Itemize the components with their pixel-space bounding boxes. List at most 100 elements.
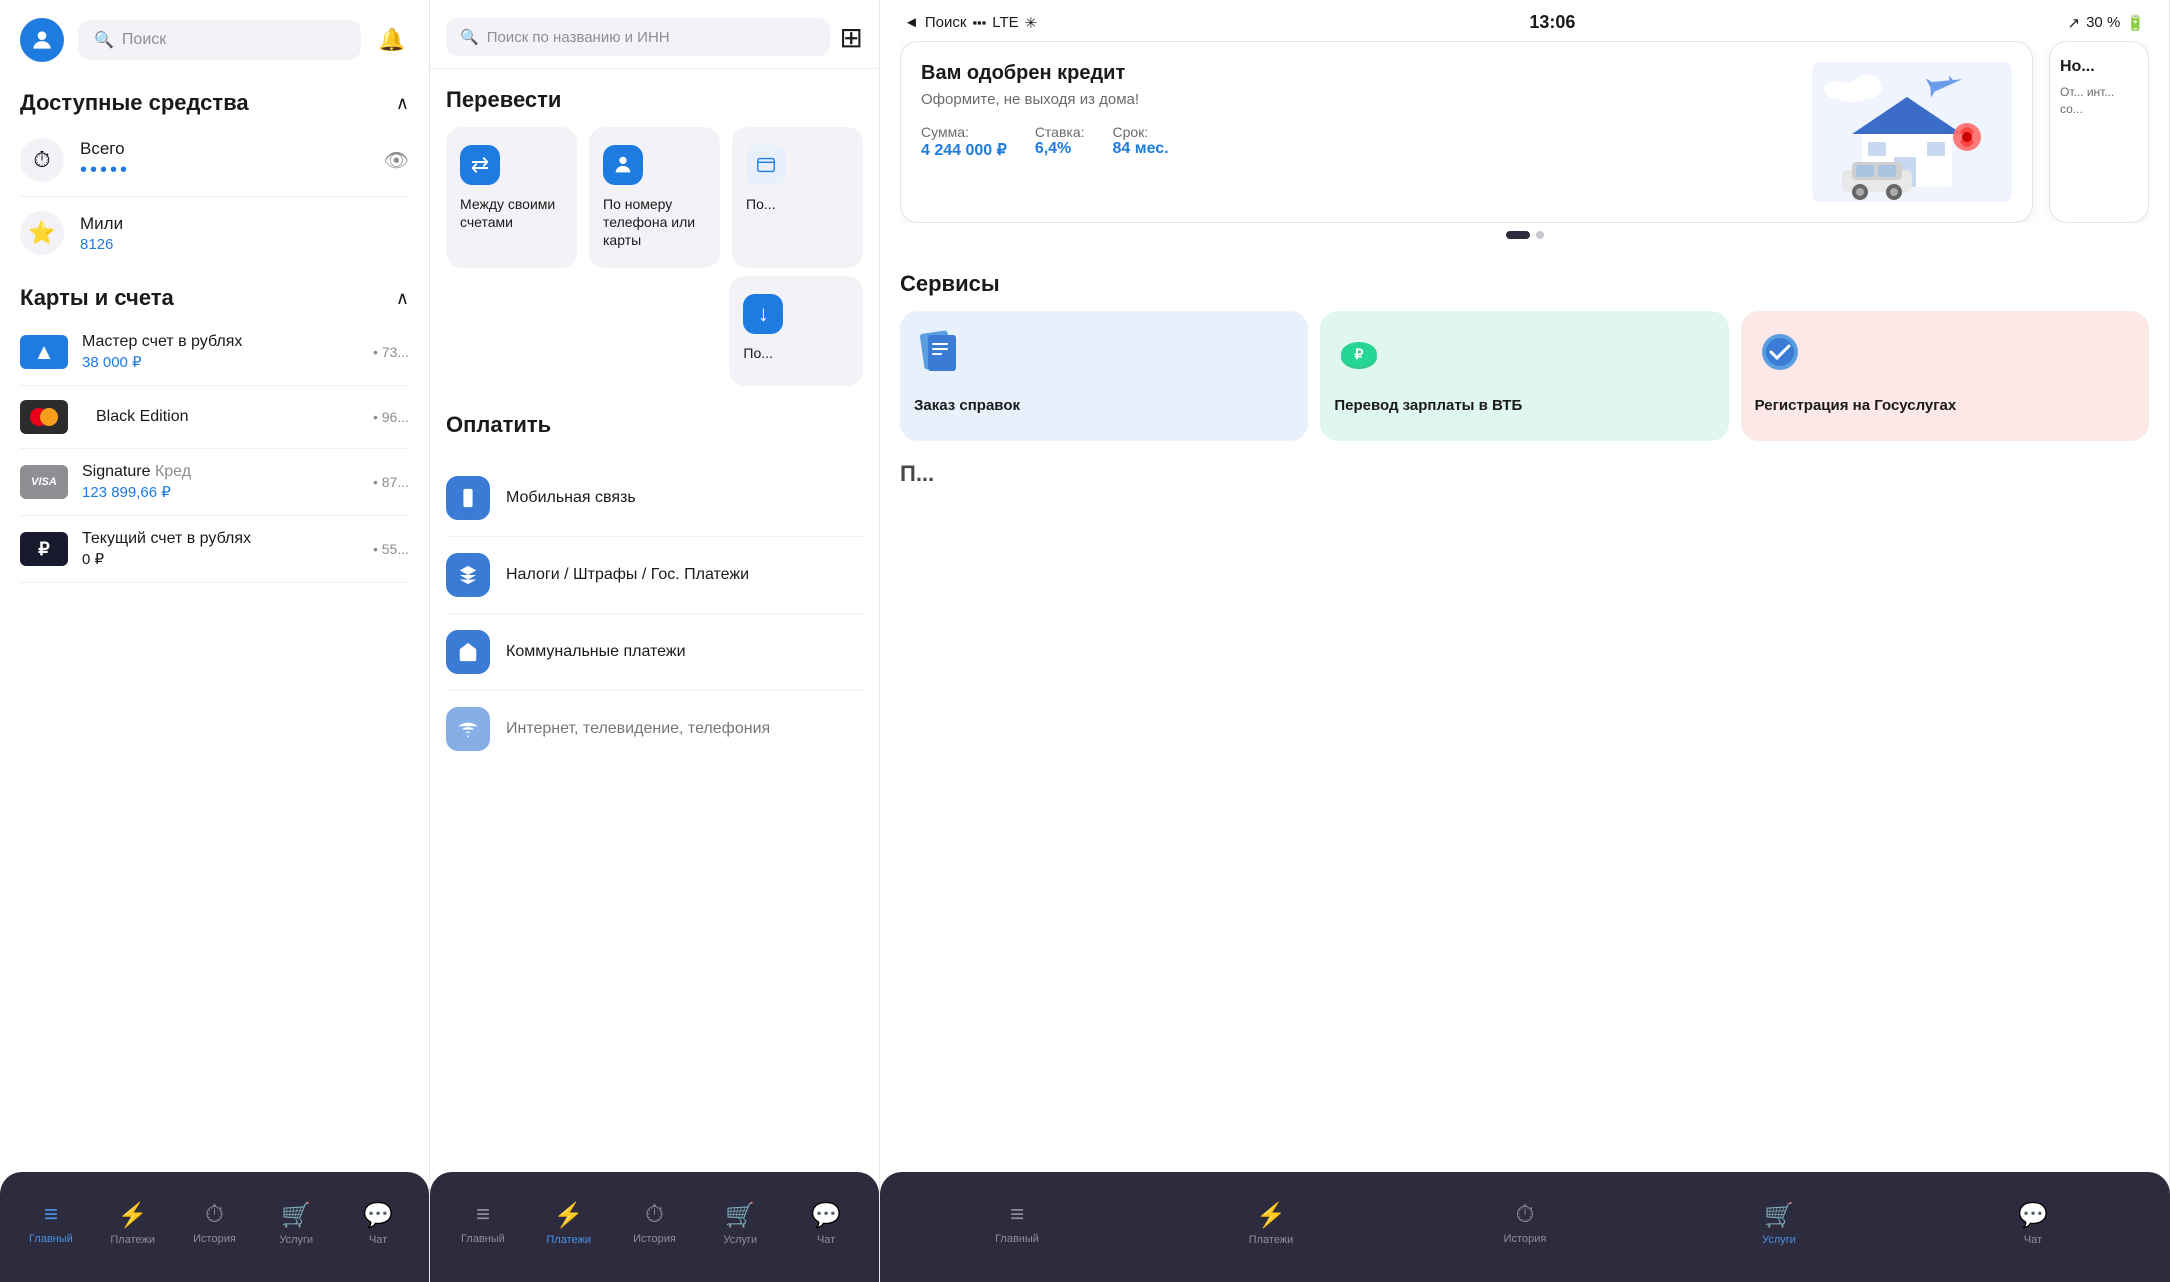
p3-bottom-nav: ≡ Главный ⚡ Платежи ⏱ История 🛒 Услуги 💬 — [880, 1172, 2170, 1282]
rate-label: Ставка: — [1035, 124, 1085, 140]
nav-home[interactable]: ≡ Главный — [23, 1189, 79, 1245]
bottom-nav: ≡ Главный ⚡ Платежи ⏱ История 🛒 Услуги 💬… — [0, 1172, 429, 1282]
p2-payments-icon: ⚡ — [554, 1201, 584, 1230]
services-title: Сервисы — [900, 271, 2149, 297]
p2-services-icon: 🛒 — [725, 1201, 755, 1230]
signature-card-balance: 123 899,66 ₽ — [82, 483, 359, 501]
payment-taxes[interactable]: Налоги / Штрафы / Гос. Платежи — [446, 537, 863, 614]
promo-stats: Сумма: 4 244 000 ₽ Ставка: 6,4% Срок: — [921, 124, 1796, 160]
mastercard-icon — [30, 408, 58, 426]
p2-search-icon: 🔍 — [460, 28, 479, 46]
lte-badge: LTE — [992, 14, 1018, 31]
p-section: П... — [880, 441, 2169, 487]
p3-nav-home-label: Главный — [995, 1233, 1039, 1245]
p2-nav-home-label: Главный — [461, 1233, 505, 1245]
nav-home-label: Главный — [29, 1233, 73, 1245]
p2-search-bar[interactable]: 🔍 Поиск по названию и ИНН — [446, 18, 830, 56]
nav-chat[interactable]: 💬 Чат — [350, 1189, 406, 1246]
wifi-icon: ✳ — [1025, 14, 1038, 32]
cards-section-header: Карты и счета ∧ — [0, 269, 429, 319]
cards-list: ▲ Мастер счет в рублях 38 000 ₽ • 73... … — [0, 319, 429, 583]
p3-content: Вам одобрен кредит Оформите, не выходя и… — [880, 41, 2169, 1213]
promo-dots — [900, 223, 2149, 255]
p2-nav-payments[interactable]: ⚡ Платежи — [541, 1189, 597, 1246]
p3-payments-icon: ⚡ — [1256, 1201, 1286, 1230]
transfer-fourth-icon: ↓ — [743, 294, 783, 334]
notification-icon[interactable]: 🔔 — [375, 23, 409, 57]
service-salary[interactable]: ₽ Перевод зарплаты в ВТБ — [1320, 311, 1728, 441]
transfer-section: Перевести ⇄ Между своими счетами По номе… — [430, 69, 879, 394]
payment-internet[interactable]: Интернет, телевидение, телефония — [446, 691, 863, 767]
chat-icon: 💬 — [363, 1201, 393, 1230]
current-card-name: Текущий счет в рублях — [82, 530, 359, 548]
qr-icon[interactable]: ⊞ — [840, 21, 863, 54]
nav-history[interactable]: ⏱ История — [186, 1189, 242, 1245]
promo-card-credit[interactable]: Вам одобрен кредит Оформите, не выходя и… — [900, 41, 2033, 223]
transfer-own-accounts[interactable]: ⇄ Между своими счетами — [446, 127, 577, 268]
payment-list: Мобильная связь Налоги / Штрафы / Гос. П… — [430, 460, 879, 767]
transfer-phone[interactable]: По номеру телефона или карты — [589, 127, 720, 268]
master-card-icon: ▲ — [20, 335, 68, 369]
miles-value: 8126 — [80, 236, 409, 253]
funds-section-header: Доступные средства ∧ — [0, 74, 429, 124]
nav-chat-label: Чат — [369, 1234, 387, 1246]
avatar[interactable] — [20, 18, 64, 62]
card-item-signature[interactable]: VISA Signature Кред 123 899,66 ₽ • 87... — [20, 449, 409, 516]
transfer-grid: ⇄ Между своими счетами По номеру телефон… — [446, 127, 863, 268]
p2-chat-icon: 💬 — [811, 1201, 841, 1230]
services-section: Сервисы — [880, 271, 2169, 441]
p3-nav-payments[interactable]: ⚡ Платежи — [1243, 1189, 1299, 1246]
card-item-current[interactable]: ₽ Текущий счет в рублях 0 ₽ • 55... — [20, 516, 409, 583]
location-icon: ↗ — [2068, 14, 2081, 32]
transfer-other[interactable]: По... — [732, 127, 863, 268]
card-item-black[interactable]: Black Edition • 96... — [20, 386, 409, 449]
salary-icon: ₽ — [1334, 327, 1384, 386]
p2-nav-chat[interactable]: 💬 Чат — [798, 1189, 854, 1246]
transfer-title: Перевести — [446, 87, 863, 113]
service-gosuslugi[interactable]: Регистрация на Госуслугах — [1741, 311, 2149, 441]
signature-card-name: Signature Кред — [82, 463, 359, 481]
search-bar[interactable]: 🔍 Поиск — [78, 20, 361, 60]
nav-services-label: Услуги — [279, 1234, 313, 1246]
nav-services[interactable]: 🛒 Услуги — [268, 1189, 324, 1246]
payment-mobile[interactable]: Мобильная связь — [446, 460, 863, 537]
term-label: Срок: — [1113, 124, 1169, 140]
total-label: Всего — [80, 139, 368, 159]
nav-payments[interactable]: ⚡ Платежи — [105, 1189, 161, 1246]
p3-nav-services[interactable]: 🛒 Услуги — [1751, 1189, 1807, 1246]
nav-history-label: История — [193, 1233, 236, 1245]
p2-nav-services[interactable]: 🛒 Услуги — [712, 1189, 768, 1246]
cards-chevron-icon[interactable]: ∧ — [396, 288, 409, 309]
promo-card-next[interactable]: Но... От... инт... со... — [2049, 41, 2149, 223]
utilities-label: Коммунальные платежи — [506, 643, 686, 661]
funds-chevron-icon[interactable]: ∧ — [396, 93, 409, 114]
amount-label: Сумма: — [921, 124, 1007, 140]
transfer-fourth[interactable]: ↓ По... — [729, 276, 863, 386]
total-icon: ⏱ — [20, 138, 64, 182]
eye-icon[interactable]: 👁 — [384, 148, 409, 173]
black-card-number: • 96... — [373, 409, 409, 425]
p2-nav-home[interactable]: ≡ Главный — [455, 1189, 511, 1245]
current-card-balance: 0 ₽ — [82, 550, 359, 568]
p3-nav-home[interactable]: ≡ Главный — [989, 1189, 1045, 1245]
p2-nav-history[interactable]: ⏱ История — [626, 1189, 682, 1245]
cards-title: Карты и счета — [20, 285, 174, 311]
funds-title: Доступные средства — [20, 90, 249, 116]
p3-nav-history[interactable]: ⏱ История — [1497, 1189, 1553, 1245]
p2-nav-services-label: Услуги — [723, 1234, 757, 1246]
internet-label: Интернет, телевидение, телефония — [506, 720, 770, 738]
history-icon: ⏱ — [205, 1201, 224, 1229]
visa-card-icon: VISA — [20, 465, 68, 499]
p3-nav-chat[interactable]: 💬 Чат — [2005, 1189, 2061, 1246]
taxes-icon — [446, 553, 490, 597]
service-docs[interactable]: Заказ справок — [900, 311, 1308, 441]
gosuslugi-icon — [1755, 327, 1805, 386]
mobile-icon — [446, 476, 490, 520]
transfer-fourth-label: По... — [743, 344, 773, 362]
payment-utilities[interactable]: Коммунальные платежи — [446, 614, 863, 691]
transfer-other-icon — [746, 145, 786, 185]
p3-nav-payments-label: Платежи — [1249, 1234, 1294, 1246]
payment-section: Оплатить — [430, 394, 879, 460]
card-item-master[interactable]: ▲ Мастер счет в рублях 38 000 ₽ • 73... — [20, 319, 409, 386]
p3-main: ◄ Поиск ▪▪▪ LTE ✳ 13:06 ↗ 30 % 🔋 — [880, 0, 2170, 1282]
